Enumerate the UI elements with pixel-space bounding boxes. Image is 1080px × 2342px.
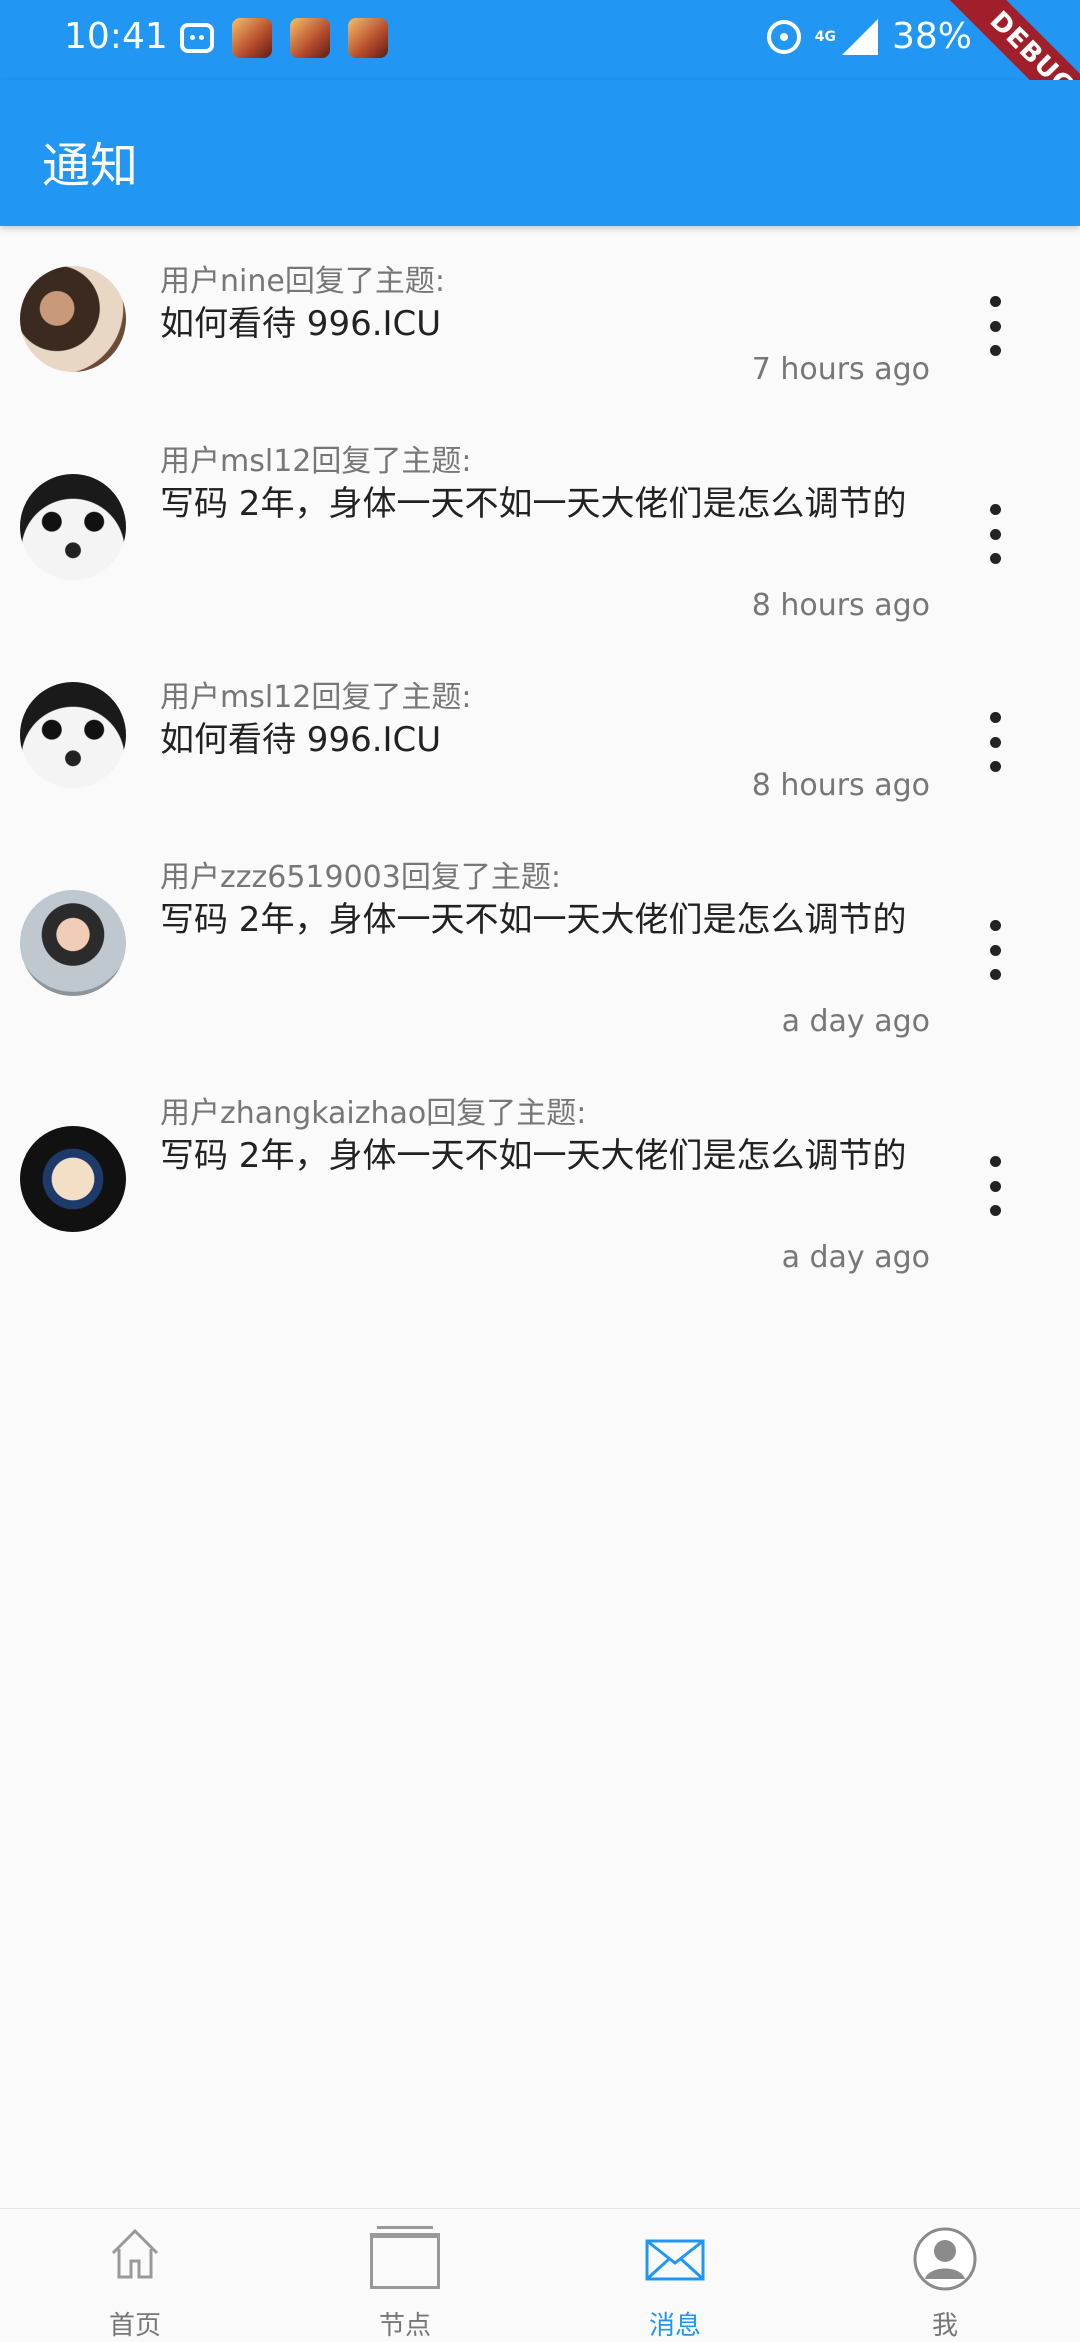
profile-icon bbox=[913, 2227, 977, 2291]
reply-label: 用户msl12回复了主题: bbox=[160, 680, 472, 715]
notification-list: 用户nine回复了主题: 如何看待 996.ICU 7 hours ago 用户… bbox=[0, 240, 1080, 1308]
nav-label: 节点 bbox=[378, 2311, 431, 2341]
panda-avatar[interactable] bbox=[20, 474, 126, 580]
timestamp: 7 hours ago bbox=[751, 352, 930, 387]
game-icon bbox=[290, 18, 330, 58]
nav-home[interactable]: 首页 bbox=[0, 2209, 270, 2341]
page-title: 通知 bbox=[42, 138, 139, 194]
game-icon bbox=[348, 18, 388, 58]
more-options-icon[interactable] bbox=[988, 504, 1002, 564]
mail-icon bbox=[645, 2239, 705, 2281]
topic-title[interactable]: 写码 2年，身体一天不如一天大佬们是怎么调节的 bbox=[160, 476, 940, 532]
status-right: 4G 38% bbox=[766, 16, 972, 57]
battery-percent: 38% bbox=[891, 16, 972, 57]
reply-label: 用户msl12回复了主题: bbox=[160, 444, 472, 479]
home-icon bbox=[111, 2228, 159, 2279]
notification-item[interactable]: 用户zzz6519003回复了主题: 写码 2年，身体一天不如一天大佬们是怎么调… bbox=[0, 836, 1080, 1072]
timestamp: a day ago bbox=[781, 1004, 930, 1039]
hotspot-icon bbox=[766, 19, 801, 54]
dog-avatar[interactable] bbox=[20, 1126, 126, 1232]
topic-title[interactable]: 写码 2年，身体一天不如一天大佬们是怎么调节的 bbox=[160, 1128, 940, 1184]
nav-messages[interactable]: 消息 bbox=[540, 2209, 810, 2341]
nav-label: 首页 bbox=[108, 2311, 161, 2341]
timestamp: 8 hours ago bbox=[751, 768, 930, 803]
topic-title[interactable]: 如何看待 996.ICU bbox=[160, 296, 940, 352]
timestamp: a day ago bbox=[781, 1240, 930, 1275]
more-options-icon[interactable] bbox=[988, 296, 1002, 356]
bottom-navigation: 首页 节点 消息 我 bbox=[0, 2208, 1080, 2341]
bilibili-icon bbox=[180, 23, 214, 53]
nav-nodes[interactable]: 节点 bbox=[270, 2209, 540, 2341]
status-app-icons bbox=[180, 18, 388, 58]
timestamp: 8 hours ago bbox=[751, 588, 930, 623]
nav-label: 我 bbox=[931, 2311, 958, 2341]
nodes-icon bbox=[370, 2226, 440, 2289]
notification-item[interactable]: 用户zhangkaizhao回复了主题: 写码 2年，身体一天不如一天大佬们是怎… bbox=[0, 1072, 1080, 1308]
more-options-icon[interactable] bbox=[988, 920, 1002, 980]
notification-item[interactable]: 用户msl12回复了主题: 写码 2年，身体一天不如一天大佬们是怎么调节的 8 … bbox=[0, 420, 1080, 656]
user-avatar[interactable] bbox=[20, 890, 126, 996]
game-icon bbox=[232, 18, 272, 58]
app-bar: 通知 bbox=[0, 80, 1080, 226]
network-type: 4G bbox=[814, 28, 836, 45]
more-options-icon[interactable] bbox=[988, 712, 1002, 772]
notification-item[interactable]: 用户msl12回复了主题: 如何看待 996.ICU 8 hours ago bbox=[0, 656, 1080, 836]
nav-label: 消息 bbox=[648, 2311, 701, 2341]
status-bar: 10:41 4G 38% bbox=[0, 0, 1080, 80]
reply-label: 用户zzz6519003回复了主题: bbox=[160, 860, 561, 895]
topic-title[interactable]: 如何看待 996.ICU bbox=[160, 712, 940, 768]
nav-profile[interactable]: 我 bbox=[810, 2209, 1080, 2341]
user-avatar[interactable] bbox=[20, 266, 126, 372]
reply-label: 用户zhangkaizhao回复了主题: bbox=[160, 1096, 587, 1131]
topic-title[interactable]: 写码 2年，身体一天不如一天大佬们是怎么调节的 bbox=[160, 892, 940, 948]
panda-avatar[interactable] bbox=[20, 682, 126, 788]
signal-icon bbox=[841, 18, 878, 55]
reply-label: 用户nine回复了主题: bbox=[160, 264, 445, 299]
status-time: 10:41 bbox=[64, 16, 168, 57]
notification-item[interactable]: 用户nine回复了主题: 如何看待 996.ICU 7 hours ago bbox=[0, 240, 1080, 420]
more-options-icon[interactable] bbox=[988, 1156, 1002, 1216]
